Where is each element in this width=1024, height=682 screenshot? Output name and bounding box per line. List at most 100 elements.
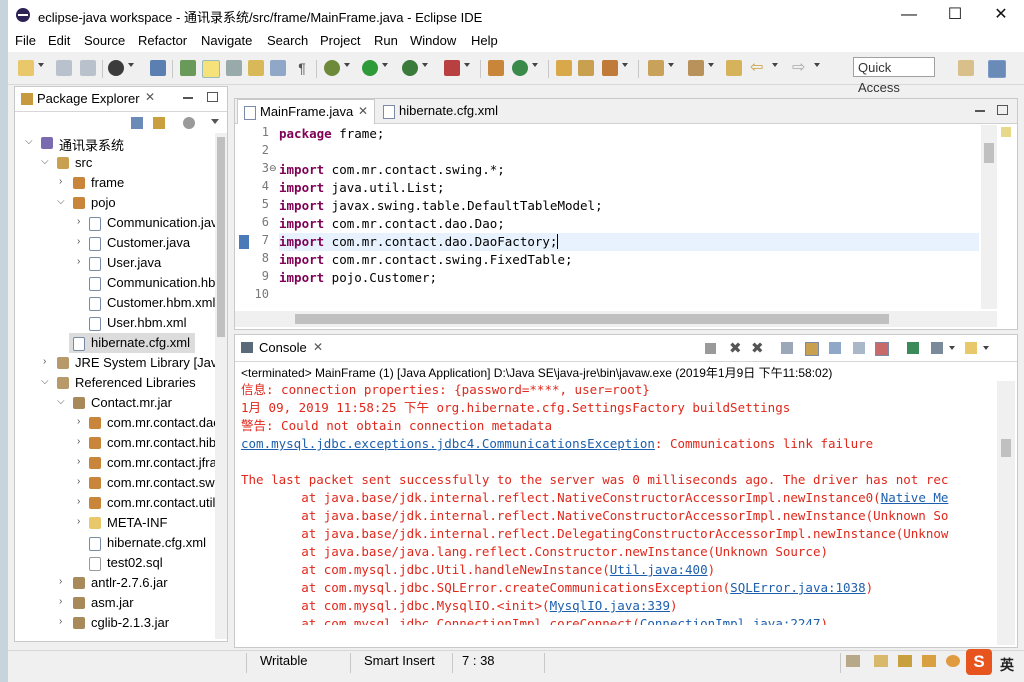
close-icon[interactable]: ✕	[145, 90, 155, 104]
chevron-down-icon[interactable]	[814, 63, 820, 67]
scrollbar-thumb[interactable]	[1001, 439, 1011, 457]
tree-item-src[interactable]: ⌵ src	[15, 153, 215, 173]
close-button[interactable]: ✕	[978, 0, 1024, 30]
open-console-icon[interactable]	[965, 342, 977, 354]
chevron-right-icon[interactable]: ›	[77, 236, 80, 247]
chevron-right-icon[interactable]: ›	[59, 176, 62, 187]
display-selected-console-icon[interactable]	[931, 342, 943, 354]
scrollbar-thumb[interactable]	[295, 314, 889, 324]
chevron-down-icon[interactable]	[708, 63, 714, 67]
chevron-down-icon[interactable]	[622, 63, 628, 67]
tree-item-user-hbm[interactable]: User.hbm.xml	[15, 313, 215, 333]
link-editor-icon[interactable]	[150, 60, 166, 76]
tree-item-jre-library[interactable]: › JRE System Library [Java	[15, 353, 215, 373]
console-output[interactable]: 信息: connection properties: {password=***…	[241, 381, 993, 625]
chevron-right-icon[interactable]: ›	[77, 476, 80, 487]
tree-item-user-java[interactable]: › User.java	[15, 253, 215, 273]
tree-item-customer-hbm[interactable]: Customer.hbm.xml	[15, 293, 215, 313]
collapse-all-icon[interactable]	[131, 117, 143, 129]
open-task-icon[interactable]	[578, 60, 594, 76]
next-annotation-icon[interactable]	[648, 60, 664, 76]
exception-link[interactable]: com.mysql.jdbc.exceptions.jdbc4.Communic…	[241, 436, 655, 451]
menu-project[interactable]: Project	[320, 33, 360, 48]
stack-trace-link[interactable]: MysqlIO.java:339	[550, 598, 670, 613]
tree-item-communication-hbm[interactable]: Communication.hbm.xml	[15, 273, 215, 293]
tree-item-antlr-jar[interactable]: › antlr-2.7.6.jar	[15, 573, 215, 593]
fold-icon[interactable]: ⊖	[269, 163, 277, 174]
menu-window[interactable]: Window	[410, 33, 456, 48]
debug-icon[interactable]	[324, 60, 340, 76]
tray-icon[interactable]	[874, 655, 888, 667]
chevron-down-icon[interactable]	[344, 63, 350, 67]
menu-edit[interactable]: Edit	[48, 33, 70, 48]
chevron-down-icon[interactable]	[949, 346, 955, 350]
run-icon[interactable]	[362, 60, 378, 76]
maximize-view-icon[interactable]	[997, 105, 1008, 115]
chevron-right-icon[interactable]: ›	[77, 516, 80, 527]
word-wrap-icon[interactable]	[829, 342, 841, 354]
tree-item-contact-jar[interactable]: ⌵ Contact.mr.jar	[15, 393, 215, 413]
chevron-right-icon[interactable]: ›	[59, 596, 62, 607]
search-icon[interactable]	[602, 60, 618, 76]
tree-item-pojo[interactable]: ⌵ pojo	[15, 193, 215, 213]
tree-item-contact-dao[interactable]: › com.mr.contact.dao	[15, 413, 215, 433]
chevron-down-icon[interactable]	[128, 63, 134, 67]
minimize-button[interactable]: —	[886, 0, 932, 30]
menu-run[interactable]: Run	[374, 33, 398, 48]
tree-item-test02-sql[interactable]: test02.sql	[15, 553, 215, 573]
tree-item-contact-swing[interactable]: › com.mr.contact.swing	[15, 473, 215, 493]
filters-icon[interactable]	[183, 117, 195, 129]
chevron-down-icon[interactable]	[668, 63, 674, 67]
open-perspective-icon[interactable]	[958, 60, 974, 76]
word-wrap-icon[interactable]	[248, 60, 264, 76]
tree-item-asm-jar[interactable]: › asm.jar	[15, 593, 215, 613]
tree-item-project[interactable]: ⌵ 通讯录系统	[15, 133, 215, 153]
ime-language-icon[interactable]: 英	[1000, 655, 1014, 675]
scroll-lock-icon[interactable]	[805, 342, 819, 356]
open-type-icon[interactable]	[556, 60, 572, 76]
tree-item-frame[interactable]: › frame	[15, 173, 215, 193]
console-vertical-scrollbar[interactable]	[997, 381, 1015, 645]
chevron-down-icon[interactable]: ⌵	[57, 396, 65, 407]
tree-item-hibernate-cfg-selected[interactable]: hibernate.cfg.xml	[15, 333, 215, 353]
chevron-down-icon[interactable]	[983, 346, 989, 350]
stack-trace-link[interactable]: SQLError.java:1038	[730, 580, 865, 595]
whitespace-icon[interactable]	[270, 60, 286, 76]
maximize-button[interactable]: ☐	[932, 0, 978, 30]
chevron-right-icon[interactable]: ›	[77, 436, 80, 447]
pin-console-icon[interactable]	[907, 342, 919, 354]
stack-trace-link[interactable]: Util.java:400	[610, 562, 708, 577]
menu-help[interactable]: Help	[471, 33, 498, 48]
tray-icon[interactable]	[946, 655, 960, 667]
code-area[interactable]: package frame; import com.mr.contact.swi…	[279, 125, 979, 309]
menu-file[interactable]: File	[15, 33, 36, 48]
minimize-view-icon[interactable]	[975, 110, 985, 112]
sogou-ime-icon[interactable]: S	[966, 649, 992, 675]
link-with-editor-icon[interactable]	[153, 117, 165, 129]
block-selection-icon[interactable]	[226, 60, 242, 76]
tray-icon[interactable]	[922, 655, 936, 667]
maximize-view-icon[interactable]	[207, 92, 218, 102]
stack-trace-link[interactable]: Native Me	[881, 490, 949, 505]
previous-annotation-icon[interactable]	[688, 60, 704, 76]
pilcrow-icon[interactable]: ¶	[294, 60, 310, 76]
chevron-right-icon[interactable]: ›	[77, 216, 80, 227]
coverage-icon[interactable]	[444, 60, 460, 76]
menu-search[interactable]: Search	[267, 33, 308, 48]
chevron-down-icon[interactable]: ⌵	[57, 196, 65, 207]
minimize-view-icon[interactable]	[183, 97, 193, 99]
menu-source[interactable]: Source	[84, 33, 125, 48]
toggle-breadcrumb-icon[interactable]	[180, 60, 196, 76]
save-icon[interactable]	[56, 60, 72, 76]
package-explorer-tab[interactable]: Package Explorer ✕	[15, 87, 227, 112]
terminate-icon[interactable]	[705, 343, 716, 354]
tree-item-contact-util[interactable]: › com.mr.contact.util	[15, 493, 215, 513]
chevron-right-icon[interactable]: ›	[77, 456, 80, 467]
menu-refactor[interactable]: Refactor	[138, 33, 187, 48]
clear-console-icon[interactable]	[781, 342, 793, 354]
view-menu-icon[interactable]	[211, 119, 219, 124]
chevron-down-icon[interactable]	[532, 63, 538, 67]
tree-item-contact-hibernate[interactable]: › com.mr.contact.hibernate	[15, 433, 215, 453]
scrollbar-thumb[interactable]	[984, 143, 994, 163]
tree-item-cglib-jar[interactable]: › cglib-2.1.3.jar	[15, 613, 215, 633]
